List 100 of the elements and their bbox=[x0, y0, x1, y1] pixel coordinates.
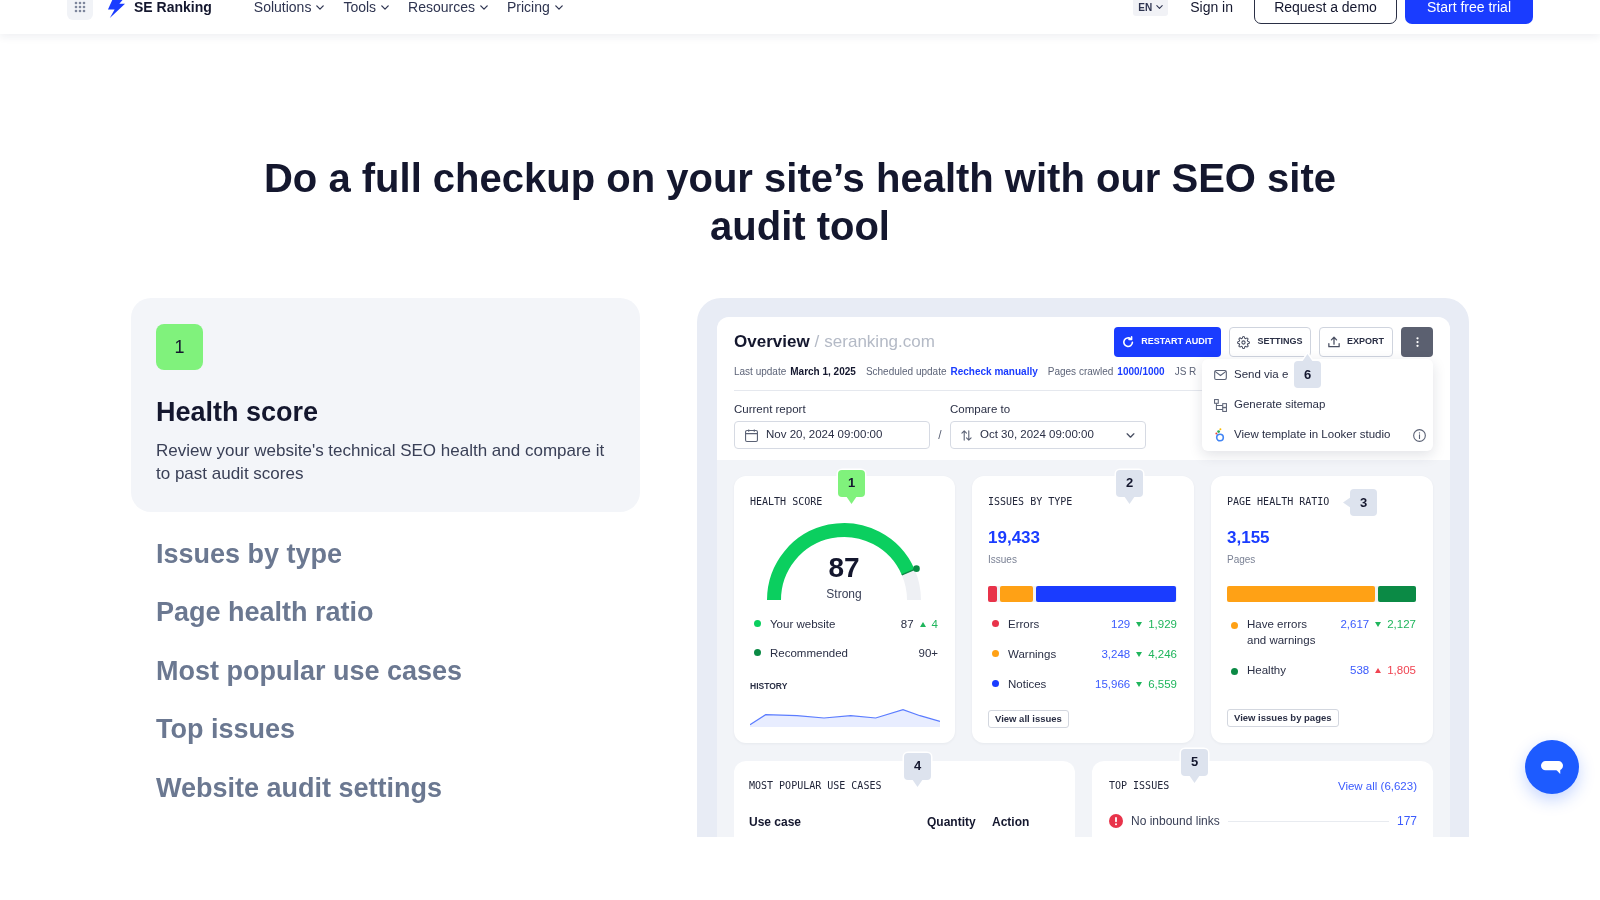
nav-menu-item[interactable]: Resources bbox=[408, 0, 488, 18]
card-title: PAGE HEALTH RATIO bbox=[1227, 496, 1330, 508]
column-header: Use case bbox=[749, 814, 802, 830]
up-down-arrows-icon bbox=[961, 429, 972, 441]
alert-icon bbox=[1109, 814, 1123, 828]
score-rating: Strong bbox=[826, 587, 862, 601]
calendar-icon bbox=[745, 428, 758, 442]
legend-label: Notices bbox=[1008, 677, 1047, 692]
restart-audit-button[interactable]: RESTART AUDIT bbox=[1114, 327, 1221, 357]
legend-label: Recommended bbox=[770, 646, 848, 661]
start-trial-button[interactable]: Start free trial bbox=[1405, 0, 1533, 24]
score-value: 87 bbox=[828, 553, 860, 583]
total-count: 3,155 bbox=[1227, 527, 1270, 549]
sitemap-icon bbox=[1213, 398, 1227, 412]
legend-label: Your website bbox=[770, 617, 836, 632]
vertical-dots-icon bbox=[1415, 336, 1419, 348]
feature-tab[interactable]: Website audit settings bbox=[131, 770, 443, 805]
feature-title: Health score bbox=[156, 396, 320, 429]
legend-value: 87 bbox=[900, 617, 914, 632]
feature-description: Review your website's technical SEO health and compare it to past audit scores bbox=[156, 440, 606, 485]
date-separator: / bbox=[938, 427, 942, 444]
info-label: JS R bbox=[1174, 364, 1197, 379]
feature-tab[interactable]: Issues by type bbox=[131, 536, 343, 571]
menu-item[interactable]: View template in Looker studio bbox=[1202, 420, 1431, 450]
issue-count: 177 bbox=[1396, 813, 1417, 830]
info-link[interactable]: Recheck manually bbox=[950, 363, 1038, 379]
report-date-field[interactable]: Nov 20, 2024 09:00:00 bbox=[734, 421, 930, 449]
more-options-button[interactable] bbox=[1401, 327, 1433, 357]
ring-dots-icon bbox=[1215, 428, 1225, 442]
domain-name: seranking.com bbox=[824, 331, 935, 354]
feature-card[interactable]: 1 Health score Review your website's technical SEO health and compare it to past audit scores bbox=[131, 298, 640, 512]
change-value: 2,127 bbox=[1387, 617, 1416, 632]
change-value: 6,559 bbox=[1148, 677, 1177, 692]
info-label: Scheduled update bbox=[865, 364, 947, 379]
card-title: ISSUES BY TYPE bbox=[988, 496, 1073, 508]
language-selector[interactable]: EN bbox=[1133, 0, 1169, 16]
total-unit: Pages bbox=[1227, 554, 1256, 566]
settings-button[interactable]: SETTINGS bbox=[1229, 327, 1311, 357]
chevron-down-icon bbox=[480, 4, 488, 10]
logo-link[interactable]: SE Ranking bbox=[107, 0, 212, 18]
view-all-link[interactable]: View all (6,623) bbox=[1337, 780, 1417, 792]
settings-icon bbox=[1237, 335, 1251, 349]
title-separator: / bbox=[814, 331, 820, 354]
legend-label: Have errors and warnings bbox=[1247, 617, 1317, 648]
step-number: 1 bbox=[156, 324, 203, 370]
compare-date-dropdown[interactable]: Oct 30, 2024 09:00:00 bbox=[950, 421, 1146, 449]
view-issues-button[interactable]: View all issues bbox=[988, 710, 1069, 728]
field-label: Compare to bbox=[950, 402, 1011, 416]
chat-bubble-icon bbox=[1541, 760, 1563, 774]
chevron-down-icon bbox=[316, 4, 325, 10]
refresh-icon bbox=[1122, 336, 1135, 348]
export-button[interactable]: EXPORT bbox=[1319, 327, 1393, 357]
legend-value: 2,617 bbox=[1340, 617, 1370, 632]
view-issues-button[interactable]: View issues by pages bbox=[1227, 709, 1339, 727]
legend-value: 15,966 bbox=[1095, 677, 1131, 692]
nav-menu-item[interactable]: Tools bbox=[343, 0, 390, 18]
info-value: March 1, 2025 bbox=[790, 364, 856, 379]
legend-value: 129 bbox=[1111, 617, 1131, 632]
column-header: Action bbox=[992, 814, 1030, 830]
legend-label: Healthy bbox=[1247, 663, 1287, 678]
info-link[interactable]: 1000/1000 bbox=[1117, 363, 1165, 379]
sign-in-link[interactable]: Sign in bbox=[1190, 0, 1233, 18]
chevron-down-icon bbox=[1126, 432, 1135, 438]
legend-label: Errors bbox=[1008, 617, 1040, 632]
change-value: 4,246 bbox=[1148, 647, 1177, 662]
app-grid-icon[interactable] bbox=[67, 0, 93, 20]
total-count: 19,433 bbox=[988, 527, 1040, 549]
issue-label: No inbound links bbox=[1131, 813, 1220, 830]
upload-icon bbox=[1328, 336, 1340, 348]
legend-value: 3,248 bbox=[1101, 647, 1131, 662]
chevron-down-icon bbox=[381, 4, 390, 10]
history-label: HISTORY bbox=[750, 680, 788, 692]
overview-title: Overview bbox=[734, 331, 810, 354]
chat-button[interactable] bbox=[1525, 740, 1579, 794]
card-title: HEALTH SCORE bbox=[750, 496, 823, 508]
envelope-icon bbox=[1213, 370, 1227, 380]
menu-item[interactable]: Generate sitemap bbox=[1202, 390, 1330, 420]
page-headline: Do a full checkup on your site’s health with our SEO site audit tool bbox=[263, 155, 1337, 250]
card-title: TOP ISSUES bbox=[1109, 780, 1170, 792]
card-title: MOST POPULAR USE CASES bbox=[749, 780, 882, 792]
legend-label: Warnings bbox=[1008, 647, 1057, 662]
info-label: Last update bbox=[734, 364, 787, 379]
total-unit: Issues bbox=[988, 554, 1017, 566]
column-header: Quantity bbox=[927, 814, 976, 830]
lightning-logo-icon bbox=[107, 0, 126, 18]
change-value: 4 bbox=[931, 617, 938, 632]
field-label: Current report bbox=[734, 402, 806, 416]
nav-menu-item[interactable]: Solutions bbox=[253, 0, 325, 18]
chevron-down-icon bbox=[554, 4, 563, 10]
feature-tab[interactable]: Page health ratio bbox=[131, 595, 374, 629]
chevron-down-icon bbox=[1156, 5, 1164, 9]
feature-tab[interactable]: Most popular use cases bbox=[131, 653, 463, 688]
feature-tab[interactable]: Top issues bbox=[131, 712, 296, 746]
legend-value: 538 bbox=[1350, 663, 1370, 678]
legend-value: 90+ bbox=[918, 646, 938, 661]
change-value: 1,805 bbox=[1387, 663, 1416, 678]
nav-menu-item[interactable]: Pricing bbox=[507, 0, 563, 18]
info-label: Pages crawled bbox=[1047, 364, 1114, 379]
request-demo-button[interactable]: Request a demo bbox=[1254, 0, 1397, 24]
menu-item[interactable]: Send via e bbox=[1202, 360, 1293, 390]
